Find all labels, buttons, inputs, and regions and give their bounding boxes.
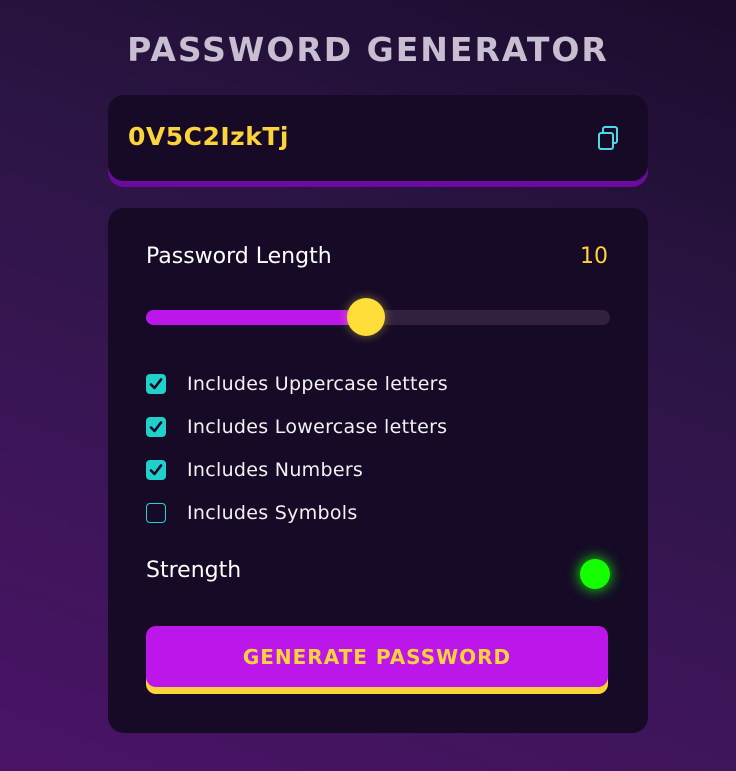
page-title: PASSWORD GENERATOR <box>127 30 609 69</box>
length-label: Password Length <box>146 244 332 269</box>
numbers-checkbox[interactable] <box>146 460 166 480</box>
length-slider-thumb[interactable] <box>347 298 386 336</box>
strength-label: Strength <box>146 558 242 583</box>
checkmark-icon <box>149 421 163 433</box>
uppercase-checkbox[interactable] <box>146 374 166 394</box>
option-numbers[interactable]: Includes Numbers <box>146 457 363 483</box>
settings-panel: Password Length 10 Includes Uppercase le… <box>108 208 648 733</box>
strength-indicator <box>580 559 610 589</box>
checkmark-icon <box>149 378 163 390</box>
copy-icon <box>598 126 618 150</box>
option-symbols[interactable]: Includes Symbols <box>146 500 358 526</box>
lowercase-checkbox[interactable] <box>146 417 166 437</box>
length-slider-fill <box>146 310 367 325</box>
password-display: 0V5C2IzkTj <box>108 95 648 181</box>
option-label: Includes Symbols <box>187 502 358 524</box>
length-slider[interactable] <box>146 298 610 336</box>
password-output: 0V5C2IzkTj <box>128 122 289 151</box>
length-value: 10 <box>580 244 608 269</box>
option-lowercase[interactable]: Includes Lowercase letters <box>146 414 447 440</box>
generate-password-button[interactable]: GENERATE PASSWORD <box>146 626 608 687</box>
option-uppercase[interactable]: Includes Uppercase letters <box>146 371 448 397</box>
copy-button[interactable] <box>596 125 620 151</box>
symbols-checkbox[interactable] <box>146 503 166 523</box>
option-label: Includes Lowercase letters <box>187 416 448 438</box>
checkmark-icon <box>149 464 163 476</box>
option-label: Includes Numbers <box>187 459 364 481</box>
option-label: Includes Uppercase letters <box>187 373 448 395</box>
